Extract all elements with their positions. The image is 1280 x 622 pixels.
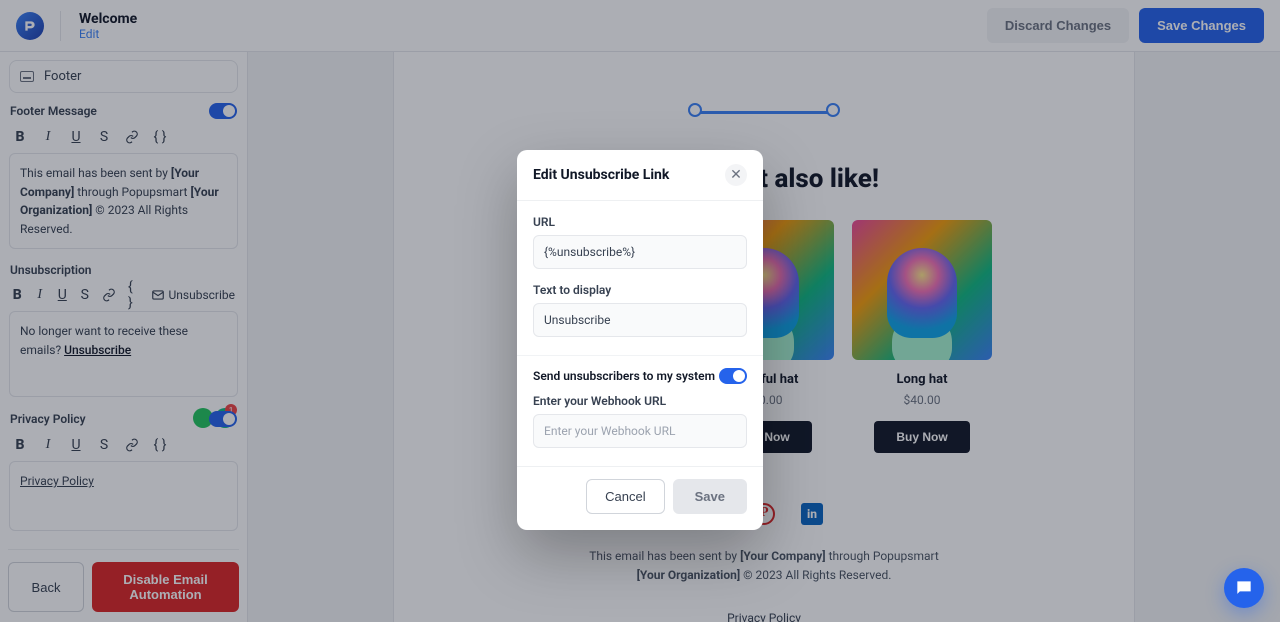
send-unsubscribers-toggle[interactable]: [719, 368, 747, 384]
webhook-url-input[interactable]: [533, 414, 747, 448]
edit-unsubscribe-dialog: Edit Unsubscribe Link ✕ URL Text to disp…: [517, 150, 763, 530]
text-to-display-input[interactable]: [533, 303, 747, 337]
support-chat-button[interactable]: [1224, 568, 1264, 608]
webhook-url-label: Enter your Webhook URL: [533, 394, 747, 408]
url-input[interactable]: [533, 235, 747, 269]
save-button[interactable]: Save: [673, 479, 747, 514]
text-to-display-label: Text to display: [533, 283, 747, 297]
cancel-button[interactable]: Cancel: [586, 479, 664, 514]
url-label: URL: [533, 215, 747, 229]
chat-icon: [1234, 578, 1254, 598]
modal-backdrop[interactable]: Edit Unsubscribe Link ✕ URL Text to disp…: [0, 0, 1280, 622]
close-icon[interactable]: ✕: [725, 164, 747, 186]
dialog-title: Edit Unsubscribe Link: [533, 167, 669, 183]
send-unsubscribers-label: Send unsubscribers to my system: [533, 369, 715, 383]
